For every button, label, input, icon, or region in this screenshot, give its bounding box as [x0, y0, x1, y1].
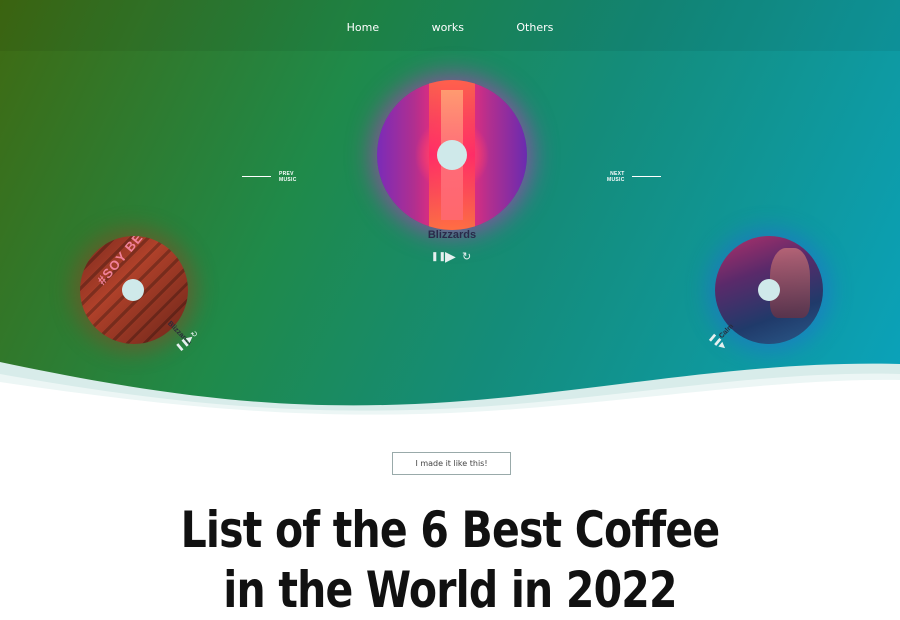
next-music-button[interactable]: NEXT MUSIC [607, 171, 625, 183]
disc-center-hole [758, 279, 780, 301]
prev-music-line [242, 176, 271, 177]
disc-center-hole [437, 140, 467, 170]
hero-wave-divider [0, 362, 900, 430]
next-music-line [632, 176, 661, 177]
disc-center-hole [122, 279, 144, 301]
main-nav: Home works Others [0, 18, 900, 36]
player-controls: ❚❚ ▶ ↻ [431, 248, 476, 265]
album-disc-current[interactable] [377, 80, 527, 230]
headline-line-2: in the World in 2022 [223, 561, 677, 619]
article-headline: List of the 6 Best Coffee in the World i… [81, 500, 819, 620]
current-song-title: Blizzards [427, 229, 477, 241]
play-icon[interactable]: ▶ [445, 248, 456, 265]
headline-line-1: List of the 6 Best Coffee [180, 501, 721, 559]
prev-music-label-2: MUSIC [279, 177, 297, 183]
repeat-icon[interactable]: ↻ [462, 250, 471, 263]
next-music-label-2: MUSIC [607, 177, 625, 183]
nav-item-works[interactable]: works [432, 21, 464, 34]
nav-item-others[interactable]: Others [516, 21, 553, 34]
pause-icon[interactable]: ❚❚ [431, 251, 446, 262]
nav-item-home[interactable]: Home [347, 21, 379, 34]
made-it-button[interactable]: I made it like this! [392, 452, 511, 475]
prev-music-button[interactable]: PREV MUSIC [279, 171, 297, 183]
